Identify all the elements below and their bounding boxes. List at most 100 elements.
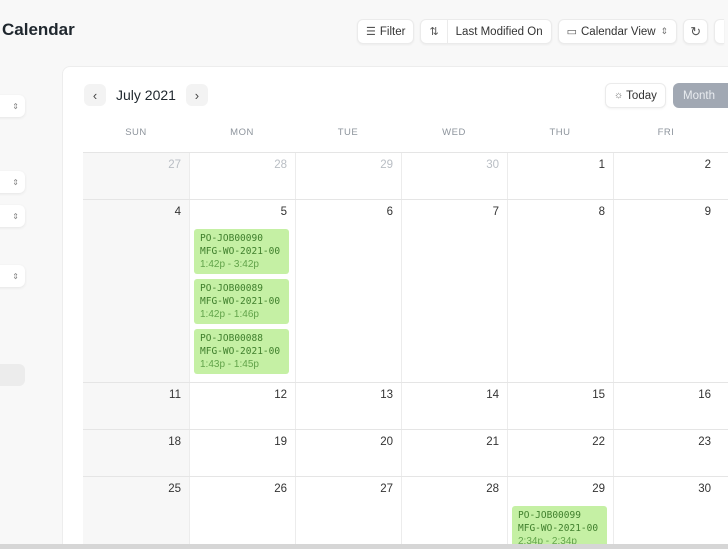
day-number: 8 bbox=[598, 206, 605, 218]
toolbar: ☰ Filter ⇅ Last Modified On ▭ Calendar V… bbox=[357, 19, 725, 44]
weekday-label: SUN bbox=[125, 127, 147, 138]
day-number: 1 bbox=[598, 159, 605, 171]
day-cell[interactable]: 16 bbox=[613, 383, 719, 429]
event-subtitle: MFG-WO-2021-00 bbox=[200, 346, 281, 357]
calendar-header: ‹ July 2021 › bbox=[84, 84, 208, 106]
sidebar-select-1[interactable]: ⇕ bbox=[0, 95, 25, 117]
sort-direction-button[interactable]: ⇅ bbox=[421, 20, 446, 43]
day-cell[interactable]: 30 bbox=[401, 153, 507, 199]
horizontal-scrollbar[interactable] bbox=[0, 544, 728, 549]
day-cell[interactable]: 6 bbox=[295, 200, 401, 382]
sidebar-active-item[interactable] bbox=[0, 364, 25, 386]
view-selector[interactable]: ▭ Calendar View ⇕ bbox=[557, 19, 678, 44]
day-cell[interactable]: 26 bbox=[189, 477, 295, 546]
refresh-button[interactable]: ↻ bbox=[683, 19, 709, 44]
weekday-label: TUE bbox=[337, 127, 359, 138]
day-cell[interactable]: 29 PO-JOB00099 MFG-WO-2021-00 2:34p - 2:34p bbox=[507, 477, 613, 549]
day-number: 20 bbox=[380, 436, 393, 448]
sun-icon: ☼ bbox=[614, 90, 624, 101]
day-cell[interactable]: 28 bbox=[401, 477, 507, 546]
day-cell[interactable]: 27 bbox=[295, 477, 401, 546]
prev-month-button[interactable]: ‹ bbox=[84, 84, 106, 106]
chevron-right-icon: › bbox=[194, 87, 200, 103]
week-row: 27 28 29 30 1 2 bbox=[83, 153, 728, 200]
week-row: 4 5 PO-JOB00090 MFG-WO-2021-00 1:42p - 3:42p… bbox=[83, 200, 728, 383]
calendar-event[interactable]: PO-JOB00090 MFG-WO-2021-00 1:42p - 3:42p bbox=[194, 229, 289, 274]
day-cell[interactable]: 4 bbox=[83, 200, 189, 382]
day-cell[interactable]: 12 bbox=[189, 383, 295, 429]
day-cell[interactable]: 27 bbox=[83, 153, 189, 199]
event-title: PO-JOB00088 bbox=[200, 333, 263, 344]
sidebar: ⇕ ⇕ ⇕ ⇕ bbox=[0, 60, 60, 549]
day-cell[interactable]: 19 bbox=[189, 430, 295, 476]
chevron-updown-icon: ⇕ bbox=[12, 177, 19, 187]
day-number: 6 bbox=[386, 206, 393, 218]
chevron-updown-icon: ⇕ bbox=[12, 211, 19, 221]
day-cell[interactable]: 7 bbox=[401, 200, 507, 382]
day-cell[interactable]: 20 bbox=[295, 430, 401, 476]
calendar-icon: ▭ bbox=[566, 26, 577, 38]
day-number: 19 bbox=[274, 436, 287, 448]
day-number: 30 bbox=[486, 159, 499, 171]
today-button[interactable]: ☼ Today bbox=[605, 83, 666, 108]
day-cell[interactable]: 23 bbox=[613, 430, 719, 476]
day-number: 27 bbox=[168, 159, 181, 171]
event-subtitle: MFG-WO-2021-00 bbox=[200, 246, 281, 257]
calendar-card: ‹ July 2021 › ☼ Today Month SUN MON TUE WED… bbox=[62, 66, 728, 549]
more-button[interactable] bbox=[714, 19, 725, 44]
day-cell[interactable]: 21 bbox=[401, 430, 507, 476]
sidebar-select-4[interactable]: ⇕ bbox=[0, 265, 25, 287]
day-number: 7 bbox=[492, 206, 499, 218]
event-title: PO-JOB00089 bbox=[200, 283, 263, 294]
month-view-button[interactable]: Month bbox=[673, 83, 728, 108]
event-time: 1:42p - 1:46p bbox=[200, 309, 259, 320]
event-time: 1:43p - 1:45p bbox=[200, 359, 259, 370]
week-row: 25 26 27 28 29 PO-JOB00099 MFG-WO-2021-00 2:34p… bbox=[83, 477, 728, 549]
day-number: 12 bbox=[274, 389, 287, 401]
day-cell[interactable]: 29 bbox=[295, 153, 401, 199]
day-cell[interactable]: 5 PO-JOB00090 MFG-WO-2021-00 1:42p - 3:42p P… bbox=[189, 200, 295, 382]
event-subtitle: MFG-WO-2021-00 bbox=[518, 523, 599, 534]
day-cell[interactable]: 22 bbox=[507, 430, 613, 476]
month-view-label: Month bbox=[683, 89, 715, 102]
weekday-label: THU bbox=[549, 127, 571, 138]
sort-selector: ⇅ Last Modified On bbox=[420, 19, 552, 44]
day-cell[interactable]: 25 bbox=[83, 477, 189, 546]
calendar-event[interactable]: PO-JOB00089 MFG-WO-2021-00 1:42p - 1:46p bbox=[194, 279, 289, 324]
day-cell[interactable]: 8 bbox=[507, 200, 613, 382]
weekday-label: MON bbox=[230, 127, 254, 138]
event-title: PO-JOB00090 bbox=[200, 233, 263, 244]
calendar-event[interactable]: PO-JOB00088 MFG-WO-2021-00 1:43p - 1:45p bbox=[194, 329, 289, 374]
weekday-label: FRI bbox=[657, 127, 675, 138]
filter-button[interactable]: ☰ Filter bbox=[357, 19, 415, 44]
day-number: 2 bbox=[704, 159, 711, 171]
day-cell[interactable]: 18 bbox=[83, 430, 189, 476]
chevron-updown-icon: ⇕ bbox=[12, 271, 19, 281]
day-number: 5 bbox=[280, 206, 287, 218]
day-cell[interactable]: 15 bbox=[507, 383, 613, 429]
sort-field-button[interactable]: Last Modified On bbox=[446, 20, 551, 43]
day-cell[interactable]: 30 bbox=[613, 477, 719, 546]
day-number: 28 bbox=[486, 483, 499, 495]
day-number: 29 bbox=[592, 483, 605, 495]
day-number: 16 bbox=[698, 389, 711, 401]
day-number: 29 bbox=[380, 159, 393, 171]
page-title: Calendar bbox=[2, 20, 75, 39]
day-number: 22 bbox=[592, 436, 605, 448]
day-cell[interactable]: 9 bbox=[613, 200, 719, 382]
day-cell[interactable]: 2 bbox=[613, 153, 719, 199]
day-cell[interactable]: 14 bbox=[401, 383, 507, 429]
chevron-updown-icon: ⇕ bbox=[12, 101, 19, 111]
day-number: 27 bbox=[380, 483, 393, 495]
day-cell[interactable]: 28 bbox=[189, 153, 295, 199]
day-number: 28 bbox=[274, 159, 287, 171]
day-cell[interactable]: 11 bbox=[83, 383, 189, 429]
chevron-updown-icon: ⇕ bbox=[660, 26, 669, 36]
next-month-button[interactable]: › bbox=[185, 84, 208, 106]
day-number: 30 bbox=[698, 483, 711, 495]
sidebar-select-3[interactable]: ⇕ bbox=[0, 205, 25, 227]
day-cell[interactable]: 1 bbox=[507, 153, 613, 199]
sidebar-select-2[interactable]: ⇕ bbox=[0, 171, 25, 193]
calendar-event[interactable]: PO-JOB00099 MFG-WO-2021-00 2:34p - 2:34p bbox=[512, 506, 607, 549]
day-cell[interactable]: 13 bbox=[295, 383, 401, 429]
